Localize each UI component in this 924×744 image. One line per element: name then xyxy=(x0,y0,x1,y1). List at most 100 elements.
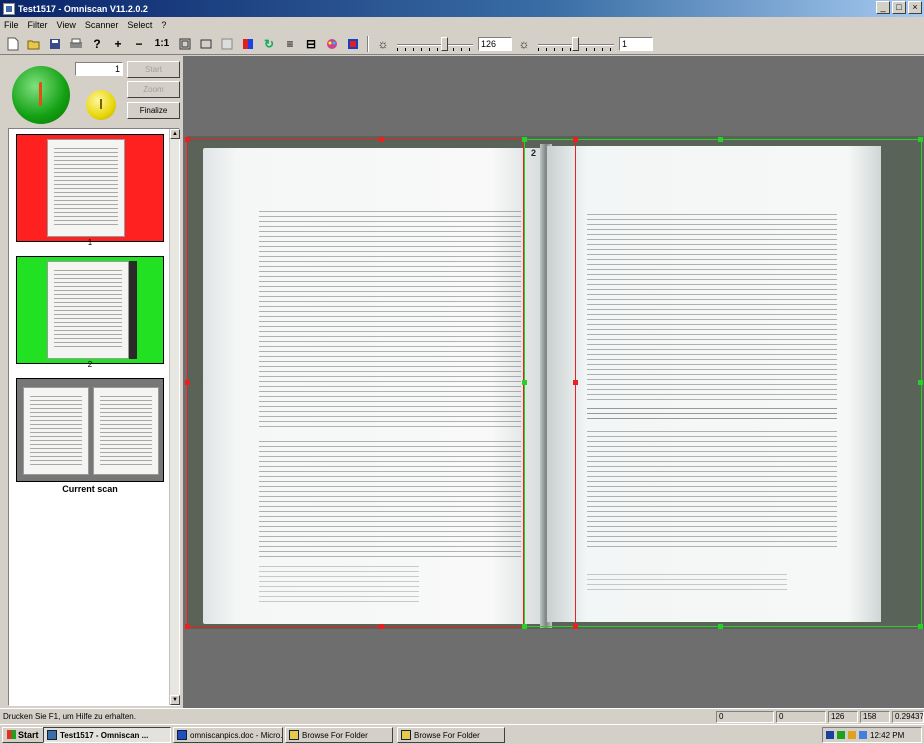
language-icon[interactable] xyxy=(826,731,834,739)
scanner-icon[interactable] xyxy=(344,35,362,53)
thumbnail-list[interactable]: 1 2 Current scan ▲ ▼ xyxy=(8,128,180,706)
finalize-button[interactable]: Finalize xyxy=(127,102,180,119)
threshold-icon: ☼ xyxy=(377,36,389,51)
selection-handle[interactable] xyxy=(185,137,190,142)
left-page-selection[interactable] xyxy=(187,139,524,627)
taskbar-item-omniscan[interactable]: Test1517 - Omniscan ... xyxy=(43,727,171,743)
brightness-icon: ☼ xyxy=(518,36,530,51)
thumbnail-page-2[interactable] xyxy=(16,256,164,364)
taskbar-item-browse-folder[interactable]: Browse For Folder xyxy=(397,727,505,743)
threshold-slider[interactable] xyxy=(395,36,475,51)
security-icon[interactable] xyxy=(848,731,856,739)
page-counter[interactable]: 1 xyxy=(75,62,123,76)
save-icon[interactable] xyxy=(46,35,64,53)
selection-handle[interactable] xyxy=(918,624,923,629)
thumbnail-current-scan[interactable] xyxy=(16,378,164,482)
menu-view[interactable]: View xyxy=(57,20,76,30)
rotate-icon[interactable]: ↻ xyxy=(260,35,278,53)
selection-handle[interactable] xyxy=(522,624,527,629)
threshold-field[interactable]: 126 xyxy=(478,36,512,51)
current-scan-label: Current scan xyxy=(62,484,118,494)
thumbnail-page-1[interactable] xyxy=(16,134,164,242)
left-panel: 1 Start Zoom Finalize 1 2 Current scan ▲… xyxy=(0,56,183,708)
new-icon[interactable] xyxy=(4,35,22,53)
scan-status-indicator xyxy=(12,66,70,124)
thumbnail-label-2: 2 xyxy=(87,360,93,369)
selection-handle[interactable] xyxy=(573,137,578,142)
color-mode-icon[interactable] xyxy=(239,35,257,53)
window-title: Test1517 - Omniscan V11.2.0.2 xyxy=(18,3,148,14)
status-field: 126 xyxy=(828,711,858,723)
menu-select[interactable]: Select xyxy=(127,20,152,30)
selection-handle[interactable] xyxy=(522,137,527,142)
omniscan-icon xyxy=(47,730,57,740)
status-field: 0.29437 xyxy=(892,711,924,723)
windows-logo-icon xyxy=(7,730,16,739)
brightness-field[interactable]: 1 xyxy=(619,36,653,51)
thumbnail-scrollbar[interactable]: ▲ ▼ xyxy=(169,129,180,705)
selection-handle[interactable] xyxy=(918,137,923,142)
menu-scanner[interactable]: Scanner xyxy=(85,20,119,30)
selection-handle[interactable] xyxy=(522,380,527,385)
fit-width-icon[interactable] xyxy=(197,35,215,53)
selection-handle[interactable] xyxy=(379,137,384,142)
volume-icon[interactable] xyxy=(859,731,867,739)
toolbar-separator xyxy=(367,35,369,52)
word-icon xyxy=(177,730,187,740)
menu-bar: File Filter View Scanner Select ? xyxy=(0,17,924,33)
taskbar-item-word[interactable]: omniscanpics.doc - Micro... xyxy=(173,727,283,743)
close-button[interactable]: × xyxy=(908,1,922,14)
start-menu-button[interactable]: Start xyxy=(2,726,44,743)
status-field: 0 xyxy=(776,711,826,723)
start-button[interactable]: Start xyxy=(127,61,180,78)
selection-handle[interactable] xyxy=(185,624,190,629)
actual-size-button[interactable]: 1:1 xyxy=(151,35,173,53)
align-icon[interactable]: ≡ xyxy=(281,35,299,53)
selection-handle[interactable] xyxy=(185,380,190,385)
clock[interactable]: 12:42 PM xyxy=(870,731,904,740)
system-tray: 12:42 PM xyxy=(822,727,922,743)
scroll-down-arrow[interactable]: ▼ xyxy=(170,695,180,705)
crop-icon[interactable]: ⊟ xyxy=(302,35,320,53)
menu-file[interactable]: File xyxy=(4,20,19,30)
thumbnail-label-1: 1 xyxy=(87,238,93,247)
right-page-selection[interactable] xyxy=(524,139,922,627)
pause-indicator xyxy=(86,90,116,120)
fit-page-icon[interactable] xyxy=(176,35,194,53)
menu-help[interactable]: ? xyxy=(161,20,166,30)
folder-icon xyxy=(401,730,411,740)
toolbar: ? + − 1:1 ↻ ≡ ⊟ ☼ 126 ☼ 1 xyxy=(0,33,924,55)
palette-icon[interactable] xyxy=(323,35,341,53)
zoom-button[interactable]: Zoom xyxy=(127,81,180,98)
help-icon[interactable]: ? xyxy=(88,35,106,53)
print-icon[interactable] xyxy=(67,35,85,53)
selection-handle[interactable] xyxy=(379,624,384,629)
taskbar: Start Test1517 - Omniscan ... omniscanpi… xyxy=(0,724,924,744)
selection-handle[interactable] xyxy=(573,380,578,385)
title-bar[interactable]: Test1517 - Omniscan V11.2.0.2 _ □ × xyxy=(0,0,924,17)
taskbar-item-browse-folder[interactable]: Browse For Folder xyxy=(285,727,393,743)
scroll-up-arrow[interactable]: ▲ xyxy=(170,129,180,139)
selection-handle[interactable] xyxy=(718,137,723,142)
folder-icon xyxy=(289,730,299,740)
network-icon[interactable] xyxy=(837,731,845,739)
status-message: Drucken Sie F1, um Hilfe zu erhalten. xyxy=(3,712,136,721)
app-icon xyxy=(3,2,15,15)
selection-handle[interactable] xyxy=(573,624,578,629)
zoom-in-icon[interactable]: + xyxy=(109,35,127,53)
selection-handle[interactable] xyxy=(918,380,923,385)
window-controls: _ □ × xyxy=(876,1,922,14)
zoom-out-icon[interactable]: − xyxy=(130,35,148,53)
maximize-button[interactable]: □ xyxy=(892,1,906,14)
menu-filter[interactable]: Filter xyxy=(28,20,48,30)
minimize-button[interactable]: _ xyxy=(876,1,890,14)
open-icon[interactable] xyxy=(25,35,43,53)
scan-canvas[interactable]: 2 xyxy=(183,56,924,708)
status-bar: Drucken Sie F1, um Hilfe zu erhalten. 0 … xyxy=(0,708,924,724)
status-field: 158 xyxy=(860,711,890,723)
selection-handle[interactable] xyxy=(718,624,723,629)
start-label: Start xyxy=(18,729,39,740)
status-field: 0 xyxy=(716,711,774,723)
brightness-slider[interactable] xyxy=(536,36,616,51)
grid-icon[interactable] xyxy=(218,35,236,53)
